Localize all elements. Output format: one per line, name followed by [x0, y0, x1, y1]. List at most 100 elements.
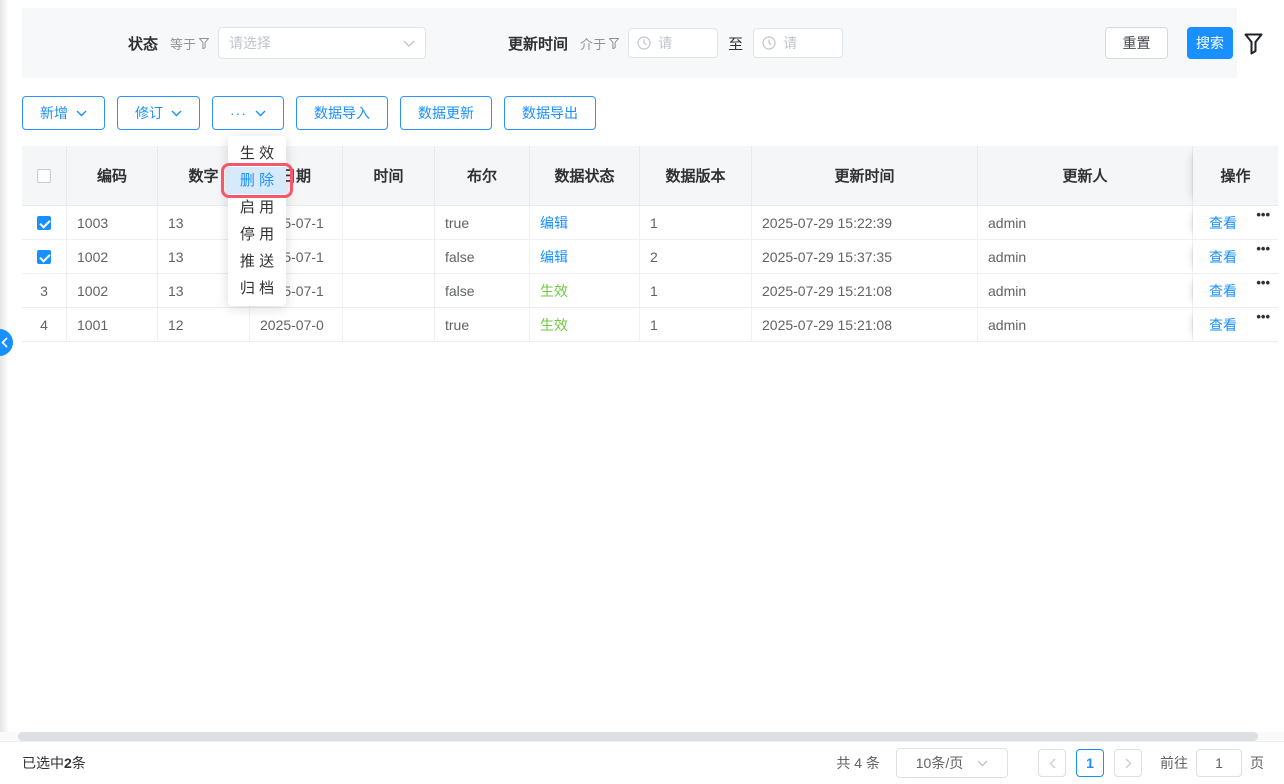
prev-page-button[interactable] [1038, 749, 1066, 777]
pagination: 共 4 条 10条/页 1 前往 页 [836, 748, 1284, 778]
row-more-icon[interactable]: ••• [1256, 242, 1270, 256]
cell-status: 生效 [530, 274, 640, 308]
goto-label: 前往 [1160, 753, 1188, 773]
cell-updated-at: 2025-07-29 15:22:39 [752, 206, 978, 240]
view-link[interactable]: 查看 [1209, 247, 1237, 267]
cell-version: 1 [640, 206, 752, 240]
page-unit-label: 页 [1250, 753, 1264, 773]
row-checkbox[interactable] [37, 216, 51, 230]
status-operator[interactable]: 等于 [170, 34, 209, 53]
row-more-icon[interactable]: ••• [1256, 276, 1270, 290]
chevron-down-icon [171, 110, 182, 117]
start-time-placeholder: 请 [658, 33, 709, 53]
cell-updated-by: admin [978, 206, 1193, 240]
cell-updated-by: admin [978, 274, 1193, 308]
left-panel-shadow [0, 0, 9, 784]
chevron-down-icon [977, 760, 988, 767]
menu-item-effect[interactable]: 生 效 [228, 140, 286, 167]
header-updated-by: 更新人 [978, 146, 1193, 206]
update-time-operator[interactable]: 介于 [580, 34, 619, 53]
header-bool: 布尔 [435, 146, 530, 206]
goto-page-input[interactable] [1196, 749, 1242, 777]
view-link[interactable]: 查看 [1209, 213, 1237, 233]
data-import-button[interactable]: 数据导入 [296, 96, 388, 130]
page-size-select[interactable]: 10条/页 [896, 748, 1008, 778]
funnel-small-icon [199, 38, 209, 49]
cell-version: 1 [640, 308, 752, 342]
total-count-text: 共 4 条 [836, 753, 880, 773]
row-more-icon[interactable]: ••• [1256, 208, 1270, 222]
menu-item-push[interactable]: 推 送 [228, 248, 286, 275]
cell-date: 2025-07-0 [250, 308, 343, 342]
header-actions: 操作 [1193, 146, 1278, 206]
chevron-right-icon [1125, 758, 1132, 769]
cell-version: 2 [640, 240, 752, 274]
clock-icon [637, 36, 651, 50]
status-filter-group: 状态 等于 请选择 [128, 27, 426, 59]
data-table: 编码 数字 日期 时间 布尔 数据状态 数据版本 更新时间 更新人 操作 100… [22, 146, 1278, 342]
menu-item-enable[interactable]: 启 用 [228, 194, 286, 221]
cell-updated-at: 2025-07-29 15:21:08 [752, 274, 978, 308]
menu-item-archive[interactable]: 归 档 [228, 275, 286, 302]
chevron-down-icon [255, 110, 266, 117]
cell-status: 生效 [530, 308, 640, 342]
header-data-status: 数据状态 [530, 146, 640, 206]
revise-button[interactable]: 修订 [117, 96, 200, 130]
table-row: 3 1002 13 2025-07-1 false 生效 1 2025-07-2… [22, 274, 1278, 308]
cell-time [343, 274, 435, 308]
select-all-checkbox[interactable] [37, 169, 51, 183]
end-time-input[interactable]: 请 [753, 28, 843, 58]
view-link[interactable]: 查看 [1209, 281, 1237, 301]
header-data-version: 数据版本 [640, 146, 752, 206]
status-select[interactable]: 请选择 [218, 27, 426, 59]
page-number-button[interactable]: 1 [1076, 749, 1104, 777]
data-export-button[interactable]: 数据导出 [504, 96, 596, 130]
row-checkbox[interactable] [37, 250, 51, 264]
chevron-left-icon [1, 337, 8, 348]
cell-updated-at: 2025-07-29 15:37:35 [752, 240, 978, 274]
funnel-small-icon [609, 38, 619, 49]
filter-toggle-icon[interactable] [1244, 33, 1263, 55]
reset-button[interactable]: 重置 [1105, 27, 1168, 59]
selected-count-text: 已选中2条 [22, 753, 86, 773]
toolbar: 新增 修订 ··· 数据导入 数据更新 数据导出 [22, 96, 596, 130]
more-actions-menu: 生 效 删 除 启 用 停 用 推 送 归 档 [228, 136, 286, 306]
view-link[interactable]: 查看 [1209, 315, 1237, 335]
chevron-down-icon [403, 40, 415, 47]
table-row: 4 1001 12 2025-07-0 true 生效 1 2025-07-29… [22, 308, 1278, 342]
next-page-button[interactable] [1114, 749, 1142, 777]
cell-bool: false [435, 274, 530, 308]
data-update-button[interactable]: 数据更新 [400, 96, 492, 130]
cell-status: 编辑 [530, 240, 640, 274]
cell-code: 1003 [67, 206, 158, 240]
clock-icon [762, 36, 776, 50]
cell-updated-by: admin [978, 308, 1193, 342]
horizontal-scrollbar [0, 732, 1284, 741]
add-button[interactable]: 新增 [22, 96, 105, 130]
header-code: 编码 [67, 146, 158, 206]
cell-code: 1002 [67, 274, 158, 308]
end-time-placeholder: 请 [783, 33, 834, 53]
scrollbar-thumb[interactable] [18, 732, 1258, 741]
table-row: 1003 13 2025-07-1 true 编辑 1 2025-07-29 1… [22, 206, 1278, 240]
row-index[interactable]: 3 [22, 274, 67, 308]
more-actions-button[interactable]: ··· [212, 96, 284, 130]
cell-number: 12 [158, 308, 250, 342]
cell-status: 编辑 [530, 206, 640, 240]
update-time-filter-group: 更新时间 介于 请 至 请 [508, 28, 843, 58]
cell-bool: true [435, 308, 530, 342]
row-index[interactable]: 4 [22, 308, 67, 342]
row-more-icon[interactable]: ••• [1256, 310, 1270, 324]
cell-version: 1 [640, 274, 752, 308]
to-label: 至 [728, 33, 743, 54]
cell-updated-at: 2025-07-29 15:21:08 [752, 308, 978, 342]
start-time-input[interactable]: 请 [628, 28, 718, 58]
cell-updated-by: admin [978, 240, 1193, 274]
search-button[interactable]: 搜索 [1187, 27, 1233, 59]
panel-collapse-button[interactable] [0, 329, 13, 356]
chevron-down-icon [76, 110, 87, 117]
cell-code: 1002 [67, 240, 158, 274]
menu-item-delete[interactable]: 删 除 [228, 167, 286, 194]
cell-bool: true [435, 206, 530, 240]
menu-item-disable[interactable]: 停 用 [228, 221, 286, 248]
